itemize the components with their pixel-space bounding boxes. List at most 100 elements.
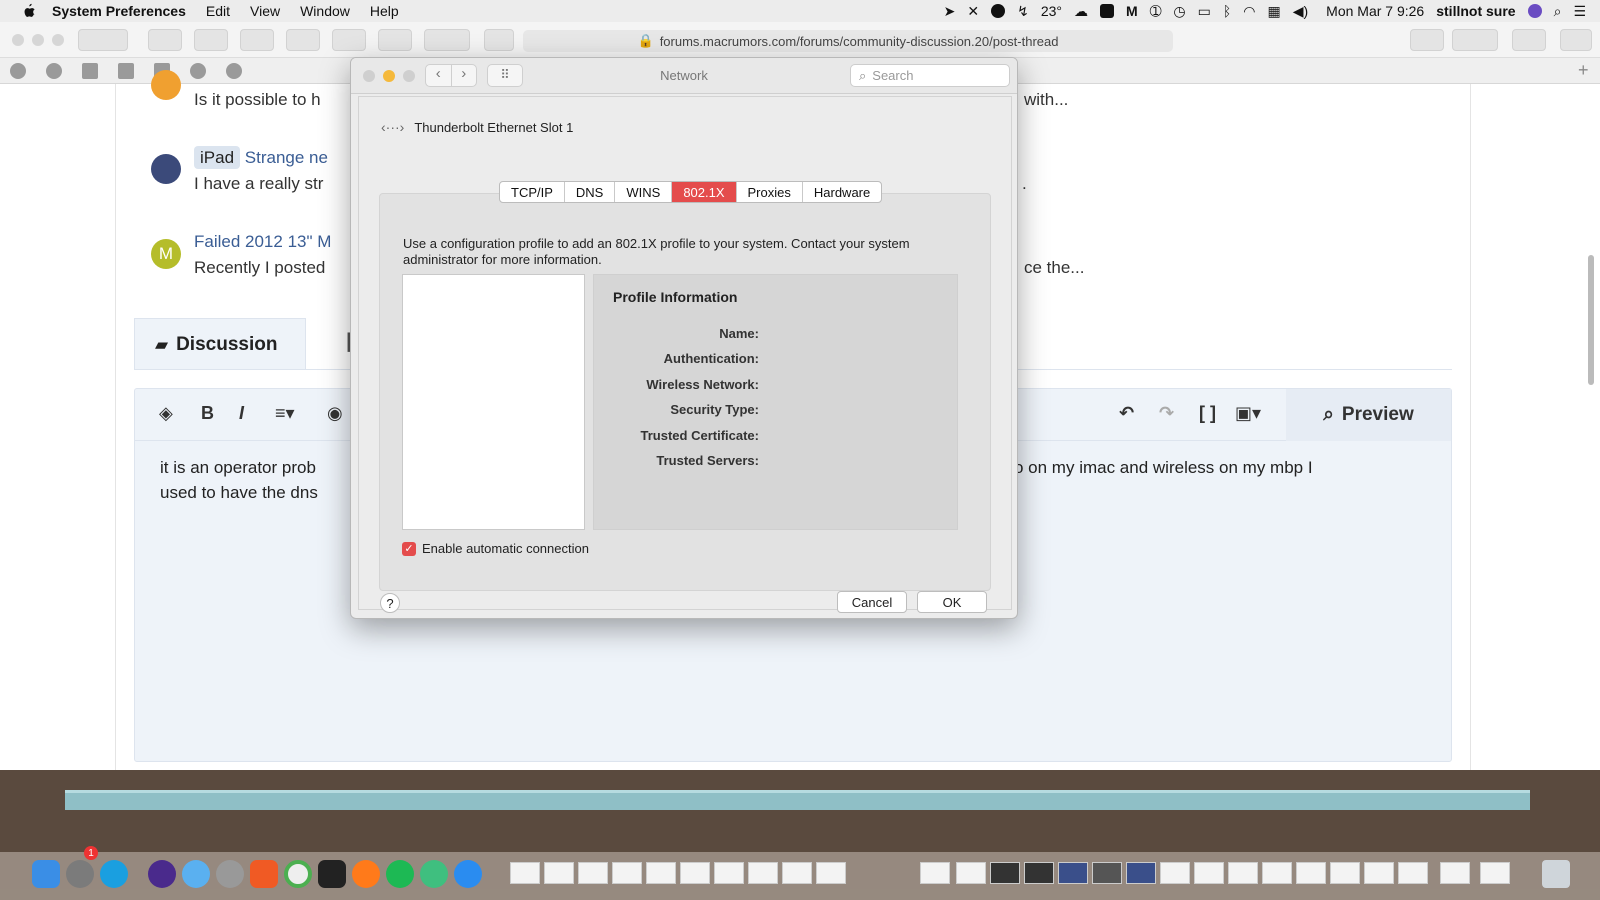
minimized-window-thumb[interactable] — [1160, 862, 1190, 884]
extension-button[interactable] — [286, 29, 320, 51]
safari-icon[interactable] — [454, 860, 482, 888]
minimized-window-thumb[interactable] — [612, 862, 642, 884]
italic-icon[interactable]: I — [239, 403, 244, 424]
menu-app-name[interactable]: System Preferences — [52, 3, 186, 19]
bookmark-icon[interactable] — [226, 63, 242, 79]
thread-item[interactable]: Failed 2012 13" M — [194, 232, 331, 252]
bold-icon[interactable]: B — [201, 403, 214, 424]
minimized-window-thumb[interactable] — [1092, 862, 1122, 884]
menu-help[interactable]: Help — [370, 3, 399, 19]
tab-wins[interactable]: WINS — [615, 182, 673, 202]
location-icon[interactable]: ➤ — [944, 3, 956, 20]
minimized-window-thumb[interactable] — [1364, 862, 1394, 884]
firefox-icon[interactable] — [352, 860, 380, 888]
shield-button[interactable] — [378, 29, 412, 51]
system-preferences-icon[interactable] — [66, 860, 94, 888]
downloads-stack[interactable] — [1440, 862, 1470, 884]
minimized-window-thumb[interactable] — [1194, 862, 1224, 884]
palette-icon[interactable]: ◉ — [327, 403, 343, 424]
podcast-app-icon[interactable] — [148, 860, 176, 888]
minimized-window-thumb[interactable] — [544, 862, 574, 884]
minimized-window-thumb[interactable] — [1058, 862, 1088, 884]
wifi-icon[interactable]: ◠ — [1243, 3, 1255, 20]
minimized-window-thumb[interactable] — [956, 862, 986, 884]
minimized-window-thumb[interactable] — [510, 862, 540, 884]
cancel-button[interactable]: Cancel — [837, 591, 907, 613]
tab-8021x[interactable]: 802.1X — [672, 182, 737, 202]
send-app-icon[interactable] — [420, 860, 448, 888]
bluetooth-icon[interactable]: ᛒ — [1223, 3, 1231, 19]
finder-icon[interactable] — [32, 860, 60, 888]
minimized-window-thumb[interactable] — [920, 862, 950, 884]
minimized-window-thumb[interactable] — [748, 862, 778, 884]
minimized-window-thumb[interactable] — [714, 862, 744, 884]
menu-edit[interactable]: Edit — [206, 3, 230, 19]
ok-button[interactable]: OK — [917, 591, 987, 613]
close-button[interactable] — [12, 34, 24, 46]
minimized-window-thumb[interactable] — [990, 862, 1020, 884]
minimized-window-thumb[interactable] — [1296, 862, 1326, 884]
checkmark-icon[interactable]: ✓ — [402, 541, 416, 556]
apps-grid-button[interactable] — [240, 29, 274, 51]
search-input[interactable]: ⌕ Search — [850, 64, 1010, 87]
minimized-window-thumb[interactable] — [1024, 862, 1054, 884]
address-bar[interactable]: 🔒 forums.macrumors.com/forums/community-… — [523, 30, 1173, 52]
menu-view[interactable]: View — [250, 3, 280, 19]
keyboard-icon[interactable]: ▦ — [1268, 3, 1281, 20]
volume-icon[interactable]: ◀) — [1293, 3, 1308, 20]
minimized-window-thumb[interactable] — [1126, 862, 1156, 884]
bookmark-button[interactable] — [484, 29, 514, 51]
minimized-window-thumb[interactable] — [646, 862, 676, 884]
redo-icon[interactable]: ↷ — [1159, 403, 1174, 424]
user-name[interactable]: stillnot sure — [1436, 3, 1515, 19]
extension-button[interactable] — [332, 29, 366, 51]
notification-center-icon[interactable]: ☰ — [1573, 3, 1586, 20]
back-forward-buttons[interactable] — [78, 29, 128, 51]
save-draft-icon[interactable]: ▣▾ — [1235, 403, 1261, 424]
google-bookmark-icon[interactable] — [118, 63, 134, 79]
minimized-window-thumb[interactable] — [680, 862, 710, 884]
preview-button[interactable]: ⌕ Preview — [1286, 389, 1451, 441]
drop-icon[interactable] — [991, 4, 1006, 18]
avatar[interactable] — [151, 70, 181, 100]
weather-arrow-icon[interactable]: ↯ — [1017, 3, 1029, 20]
tab-overview-button[interactable] — [1560, 29, 1592, 51]
page-scrollbar[interactable] — [1588, 255, 1594, 385]
time-machine-icon[interactable]: ◷ — [1173, 3, 1185, 20]
minimized-window-thumb[interactable] — [782, 862, 812, 884]
thread-prefix-badge[interactable]: iPad — [194, 146, 241, 169]
minimized-window-thumb[interactable] — [1330, 862, 1360, 884]
bookmark-icon[interactable] — [46, 63, 62, 79]
thread-title[interactable]: Strange ne — [245, 148, 328, 167]
align-icon[interactable]: ≡▾ — [275, 403, 295, 424]
extension-button[interactable] — [194, 29, 228, 51]
fullscreen-icon[interactable]: [ ] — [1199, 403, 1216, 424]
thread-item[interactable]: iPad Strange ne — [194, 146, 328, 169]
minimized-window-thumb[interactable] — [1480, 862, 1510, 884]
eraser-icon[interactable]: ◈ — [159, 403, 173, 424]
minimized-window-thumb[interactable] — [578, 862, 608, 884]
sidebar-toggle-button[interactable] — [424, 29, 470, 51]
tab-proxies[interactable]: Proxies — [737, 182, 803, 202]
minimized-window-thumb[interactable] — [1228, 862, 1258, 884]
skype-icon[interactable] — [100, 860, 128, 888]
disk-utility-icon[interactable] — [216, 860, 244, 888]
shield-app-icon[interactable] — [1100, 4, 1115, 18]
tab-tcpip[interactable]: TCP/IP — [500, 182, 565, 202]
text-size-button[interactable] — [1452, 29, 1498, 51]
spotify-icon[interactable] — [386, 860, 414, 888]
auto-connect-checkbox[interactable]: ✓ Enable automatic connection — [402, 541, 589, 556]
activity-monitor-icon[interactable] — [318, 860, 346, 888]
brave-browser-icon[interactable] — [250, 860, 278, 888]
tools-icon[interactable]: ✕ — [967, 3, 979, 20]
minimized-window-thumb[interactable] — [1398, 862, 1428, 884]
spotlight-search-icon[interactable]: ⌕ — [1554, 3, 1562, 20]
minimized-window-thumb[interactable] — [816, 862, 846, 884]
accessibility-icon[interactable]: ➀ — [1150, 3, 1162, 20]
temperature-reading[interactable]: 23° — [1041, 3, 1062, 19]
undo-icon[interactable]: ↶ — [1119, 403, 1134, 424]
bookmark-icon[interactable] — [10, 63, 26, 79]
tab-hardware[interactable]: Hardware — [803, 182, 881, 202]
download-button[interactable] — [1410, 29, 1444, 51]
trash-icon[interactable] — [1542, 860, 1570, 888]
